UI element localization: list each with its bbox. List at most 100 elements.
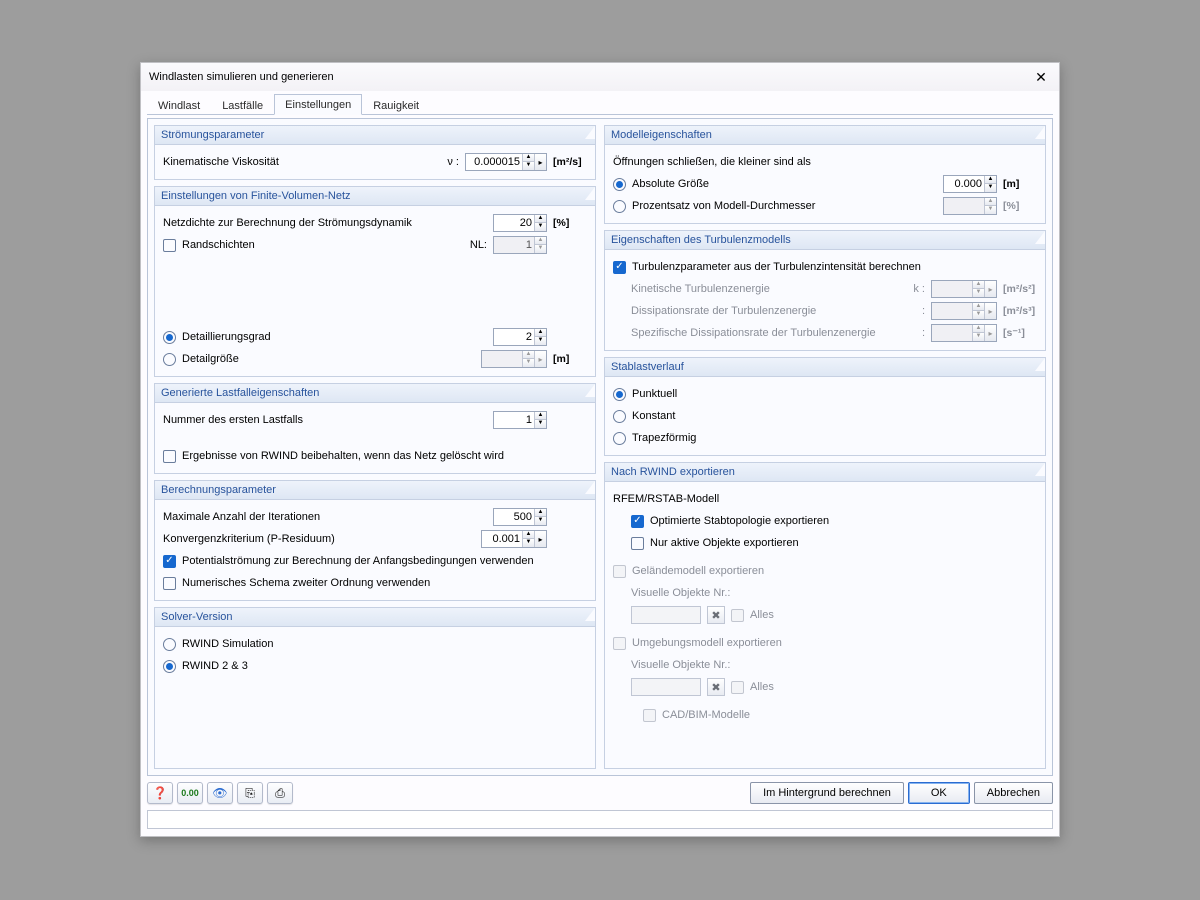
group-flow-params: Strömungsparameter Kinematische Viskosit…: [154, 125, 596, 180]
import-icon[interactable]: ⎙: [267, 782, 293, 804]
export-icon[interactable]: ⎘: [237, 782, 263, 804]
abs-size-unit: [m]: [1003, 178, 1037, 190]
abs-size-label: Absolute Größe: [632, 178, 937, 190]
tab-einstellungen[interactable]: Einstellungen: [274, 94, 362, 115]
second-order-label: Numerisches Schema zweiter Ordnung verwe…: [182, 577, 587, 589]
active-only-check[interactable]: [631, 537, 644, 550]
env-label: Umgebungsmodell exportieren: [632, 637, 1037, 649]
detail-level-input[interactable]: ▲▼: [493, 328, 547, 346]
vis-objects-label-2: Visuelle Objekte Nr.:: [631, 659, 1037, 671]
spec-diss-label: Spezifische Dissipationsrate der Turbule…: [631, 327, 916, 339]
vis-objects-label-1: Visuelle Objekte Nr.:: [631, 587, 1037, 599]
group-header: Solver-Version: [155, 608, 595, 627]
potential-flow-check[interactable]: [163, 555, 176, 568]
conv-input[interactable]: ▲▼▸: [481, 530, 547, 548]
help-icon[interactable]: ❓: [147, 782, 173, 804]
max-iter-input[interactable]: ▲▼: [493, 508, 547, 526]
group-loadcase: Generierte Lastfalleigenschaften Nummer …: [154, 383, 596, 474]
vis-objects-input-1: [631, 606, 701, 624]
viscosity-symbol: ν :: [447, 156, 459, 168]
group-model-props: Modelleigenschaften Öffnungen schließen,…: [604, 125, 1046, 224]
nl-label: NL:: [470, 239, 487, 251]
spec-diss-input: ▲▼▸: [931, 324, 997, 342]
vis-objects-input-2: [631, 678, 701, 696]
nl-input: ▲▼: [493, 236, 547, 254]
keep-results-check[interactable]: [163, 450, 176, 463]
diss-rate-label: Dissipationsrate der Turbulenzenergie: [631, 305, 916, 317]
pick-icon: ✖: [707, 678, 725, 696]
group-header: Generierte Lastfalleigenschaften: [155, 384, 595, 403]
abs-size-radio[interactable]: [613, 178, 626, 191]
first-loadcase-input[interactable]: ▲▼: [493, 411, 547, 429]
opt-topo-check[interactable]: [631, 515, 644, 528]
dist-point-radio[interactable]: [613, 388, 626, 401]
dist-point-label: Punktuell: [632, 388, 1037, 400]
group-header: Strömungsparameter: [155, 126, 595, 145]
solver-rwind23-radio[interactable]: [163, 660, 176, 673]
tab-rauigkeit[interactable]: Rauigkeit: [362, 95, 430, 115]
turb-calc-label: Turbulenzparameter aus der Turbulenzinte…: [632, 261, 1037, 273]
potential-flow-label: Potentialströmung zur Berechnung der Anf…: [182, 555, 587, 567]
all-check-1: [731, 609, 744, 622]
units-icon[interactable]: 0.00: [177, 782, 203, 804]
detail-level-radio[interactable]: [163, 331, 176, 344]
status-bar: [147, 810, 1053, 829]
dialog-title: Windlasten simulieren und generieren: [149, 71, 1031, 83]
kin-energy-label: Kinetische Turbulenzenergie: [631, 283, 907, 295]
tab-bar: Windlast Lastfälle Einstellungen Rauigke…: [147, 93, 1053, 115]
viscosity-input[interactable]: ▲▼▸: [465, 153, 547, 171]
diss-rate-input: ▲▼▸: [931, 302, 997, 320]
terrain-check: [613, 565, 626, 578]
titlebar: Windlasten simulieren und generieren ✕: [141, 63, 1059, 91]
opt-topo-label: Optimierte Stabtopologie exportieren: [650, 515, 1037, 527]
tab-lastfaelle[interactable]: Lastfälle: [211, 95, 274, 115]
active-only-label: Nur aktive Objekte exportieren: [650, 537, 1037, 549]
tab-windlast[interactable]: Windlast: [147, 95, 211, 115]
density-input[interactable]: ▲▼: [493, 214, 547, 232]
group-header: Berechnungsparameter: [155, 481, 595, 500]
dist-const-radio[interactable]: [613, 410, 626, 423]
cad-label: CAD/BIM-Modelle: [662, 709, 1037, 721]
dist-const-label: Konstant: [632, 410, 1037, 422]
detail-size-radio[interactable]: [163, 353, 176, 366]
group-header: Modelleigenschaften: [605, 126, 1045, 145]
group-header: Stablastverlauf: [605, 358, 1045, 377]
solver-rwind-sim-label: RWIND Simulation: [182, 638, 587, 650]
detail-size-input: ▲▼▸: [481, 350, 547, 368]
boundary-label: Randschichten: [182, 239, 464, 251]
conv-label: Konvergenzkriterium (P-Residuum): [163, 533, 475, 545]
dist-trap-radio[interactable]: [613, 432, 626, 445]
group-export: Nach RWIND exportieren RFEM/RSTAB-Modell…: [604, 462, 1046, 769]
detail-level-label: Detaillierungsgrad: [182, 331, 487, 343]
close-icon[interactable]: ✕: [1031, 67, 1051, 87]
settings-panel: Strömungsparameter Kinematische Viskosit…: [147, 118, 1053, 776]
second-order-check[interactable]: [163, 577, 176, 590]
solver-rwind-sim-radio[interactable]: [163, 638, 176, 651]
turb-calc-check[interactable]: [613, 261, 626, 274]
calc-background-button[interactable]: Im Hintergrund berechnen: [750, 782, 904, 804]
terrain-label: Geländemodell exportieren: [632, 565, 1037, 577]
viscosity-label: Kinematische Viskosität: [163, 156, 441, 168]
cad-check: [643, 709, 656, 722]
kin-energy-input: ▲▼▸: [931, 280, 997, 298]
density-label: Netzdichte zur Berechnung der Strömungsd…: [163, 217, 487, 229]
viscosity-unit: [m²/s]: [553, 156, 587, 168]
abs-size-input[interactable]: ▲▼: [943, 175, 997, 193]
pct-unit: [%]: [1003, 200, 1037, 212]
group-header: Eigenschaften des Turbulenzmodells: [605, 231, 1045, 250]
ok-button[interactable]: OK: [908, 782, 970, 804]
group-header: Nach RWIND exportieren: [605, 463, 1045, 482]
pct-radio[interactable]: [613, 200, 626, 213]
pick-icon: ✖: [707, 606, 725, 624]
solver-rwind23-label: RWIND 2 & 3: [182, 660, 587, 672]
cancel-button[interactable]: Abbrechen: [974, 782, 1053, 804]
eye-icon[interactable]: 👁: [207, 782, 233, 804]
first-loadcase-label: Nummer des ersten Lastfalls: [163, 414, 487, 426]
dialog-footer: ❓ 0.00 👁 ⎘ ⎙ Im Hintergrund berechnen OK…: [147, 780, 1053, 830]
detail-size-unit: [m]: [553, 353, 587, 365]
group-solver: Solver-Version RWIND Simulation RWIND 2 …: [154, 607, 596, 769]
boundary-check[interactable]: [163, 239, 176, 252]
dialog-window: Windlasten simulieren und generieren ✕ W…: [140, 62, 1060, 837]
pct-input: ▲▼: [943, 197, 997, 215]
pct-label: Prozentsatz von Modell-Durchmesser: [632, 200, 937, 212]
